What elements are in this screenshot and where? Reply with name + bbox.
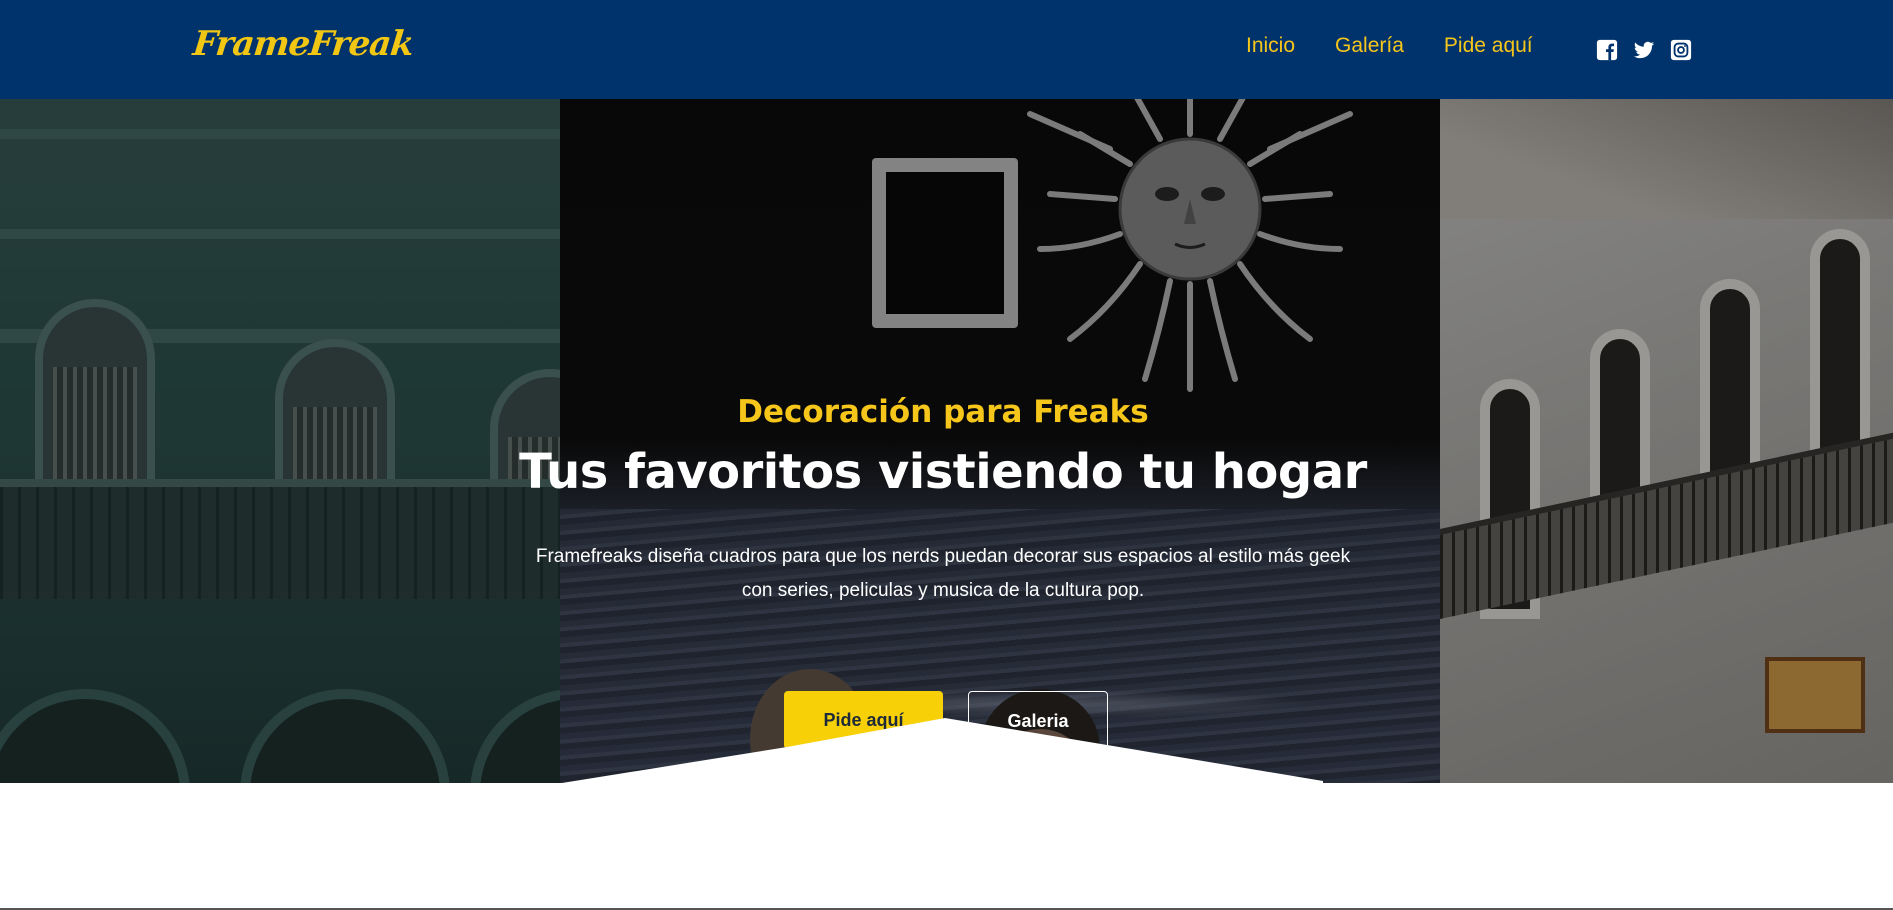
nav-link-inicio[interactable]: Inicio (1246, 34, 1295, 58)
site-header: FrameFreak Inicio Galería Pide aquí (0, 0, 1893, 99)
facebook-icon[interactable] (1596, 39, 1618, 61)
site-logo[interactable]: FrameFreak (191, 24, 415, 68)
hero-description: Framefreaks diseña cuadros para que los … (535, 546, 1351, 601)
hero-title: Tus favoritos vistiendo tu hogar (519, 444, 1367, 500)
twitter-icon[interactable] (1633, 39, 1655, 61)
instagram-icon[interactable] (1670, 39, 1692, 61)
order-button[interactable]: Pide aquí (784, 691, 943, 749)
nav-link-pide-aqui[interactable]: Pide aquí (1444, 34, 1533, 58)
gallery-button[interactable]: Galeria (968, 691, 1108, 751)
hero-section: Decoración para Freaks Tus favoritos vis… (0, 99, 1893, 783)
social-links (1596, 39, 1692, 61)
nav-link-galeria[interactable]: Galería (1335, 34, 1404, 58)
main-nav: Inicio Galería Pide aquí (1246, 34, 1573, 58)
hero-subtitle: Decoración para Freaks (737, 394, 1149, 430)
